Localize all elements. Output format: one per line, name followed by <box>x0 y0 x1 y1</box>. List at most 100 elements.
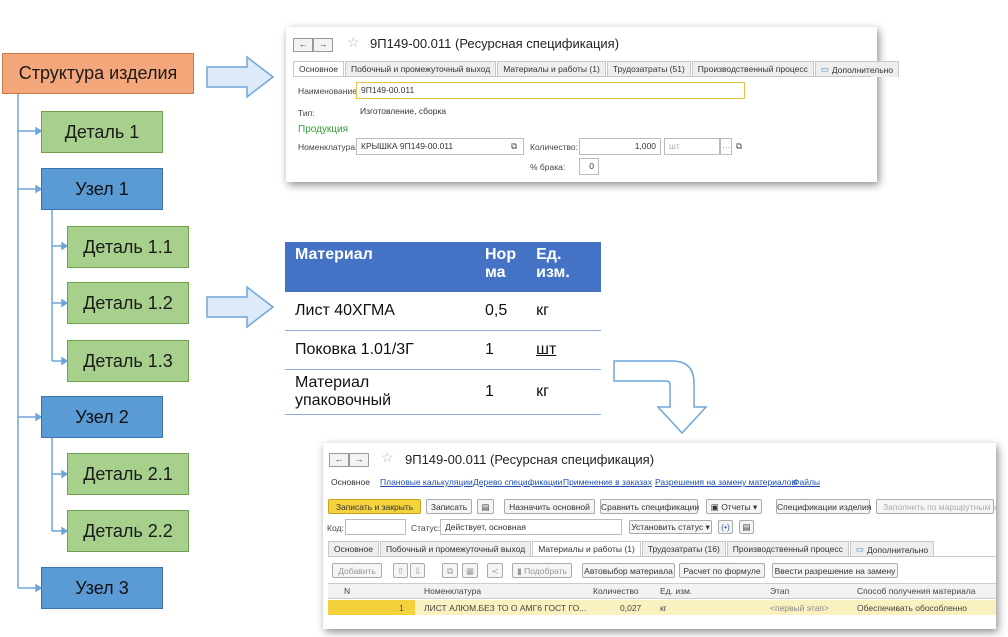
status-label: Статус: <box>411 523 441 533</box>
tab-main[interactable]: Основное <box>328 541 379 557</box>
back-button[interactable]: ← <box>329 453 349 467</box>
nav-link-main[interactable]: Основное <box>331 477 370 487</box>
material-name: Материал упаковочный <box>285 369 475 415</box>
paste-icon[interactable]: ▦ <box>462 563 478 578</box>
tree-node-detail-1: Деталь 1 <box>41 111 163 153</box>
column-method[interactable]: Способ получения материала <box>857 586 976 596</box>
set-main-button[interactable]: Назначить основной <box>504 499 595 514</box>
tree-node-detail-2-2: Деталь 2.2 <box>67 510 189 552</box>
status-field[interactable]: Действует, основная <box>440 519 622 535</box>
tab-additional[interactable]: ▭ Дополнительно <box>814 61 900 77</box>
name-field[interactable]: 9П149-00.011 <box>356 82 745 99</box>
arrow-materials-to-form <box>613 360 708 435</box>
auto-select-button[interactable]: Автовыбор материала <box>582 563 675 578</box>
tab-labor[interactable]: Трудозатраты (51) <box>606 61 691 77</box>
save-close-button[interactable]: Записать и закрыть <box>328 499 421 514</box>
row-number: 1 <box>399 603 404 613</box>
row-stage: <первый этап> <box>770 603 829 613</box>
column-quantity[interactable]: Количество <box>593 586 639 596</box>
table-row: Лист 40ХГМА 0,5 кг <box>285 292 601 331</box>
window-title: 9П149-00.011 (Ресурсная спецификация) <box>405 452 655 467</box>
tab-process[interactable]: Производственный процесс <box>726 541 849 557</box>
nav-link-usage[interactable]: Применение в заказах <box>563 477 652 487</box>
tab-materials[interactable]: Материалы и работы (1) <box>532 541 641 557</box>
document-icon[interactable]: ▤ <box>477 499 494 514</box>
forward-button[interactable]: → <box>349 453 369 467</box>
header-norm: Нор ма <box>475 242 527 292</box>
set-status-button[interactable]: Установить статус ▾ <box>629 520 712 534</box>
tab-byproduct[interactable]: Побочный и промежуточный выход <box>379 541 532 557</box>
type-label: Тип: <box>298 108 315 118</box>
tab-process[interactable]: Производственный процесс <box>691 61 814 77</box>
material-unit: кг <box>526 292 601 331</box>
add-button[interactable]: Добавить <box>332 563 382 578</box>
code-field[interactable] <box>345 519 406 535</box>
share-icon[interactable]: ≺ <box>487 563 503 578</box>
defect-field[interactable]: 0 <box>579 158 599 175</box>
nav-link-spec-tree[interactable]: Дерево спецификации <box>473 477 562 487</box>
favorite-star-icon[interactable]: ☆ <box>347 34 360 51</box>
unit-select-button[interactable]: … <box>720 138 732 155</box>
tab-underline <box>328 556 996 557</box>
material-norm: 0,5 <box>475 292 527 331</box>
column-n[interactable]: N <box>344 586 350 596</box>
fill-by-route-button[interactable]: Заполнить по маршрутным ка <box>876 499 996 514</box>
row-quantity: 0,027 <box>620 603 642 613</box>
formula-button[interactable]: Расчет по формуле <box>679 563 765 578</box>
material-name: Поковка 1.01/3Г <box>285 330 475 370</box>
comment-icon: ▭ <box>855 544 864 554</box>
move-down-icon[interactable]: ⇩ <box>410 563 425 578</box>
save-button[interactable]: Записать <box>426 499 472 514</box>
type-field[interactable]: Изготовление, сборка <box>356 104 511 121</box>
pick-button[interactable]: ▮ Подобрать <box>512 563 572 578</box>
reports-button[interactable]: ▣ Отчеты ▾ <box>706 499 762 514</box>
favorite-star-icon[interactable]: ☆ <box>381 449 394 466</box>
row-nomenclature: ЛИСТ АЛЮМ.БЕЗ ТО О АМГ6 ГОСТ ГО... <box>424 603 587 613</box>
column-unit[interactable]: Ед. изм. <box>660 586 692 596</box>
tab-underline <box>293 76 871 77</box>
row-method: Обеспечивать обособленно <box>857 603 967 613</box>
item-specs-button[interactable]: Спецификации изделия <box>776 499 871 514</box>
material-unit: кг <box>526 369 601 415</box>
column-nomenclature[interactable]: Номенклатура <box>424 586 481 596</box>
tab-bar: Основное Побочный и промежуточный выход … <box>293 61 900 77</box>
header-material: Материал <box>285 242 475 292</box>
tab-additional[interactable]: ▭ Дополнительно <box>849 541 935 557</box>
tree-node-detail-2-1: Деталь 2.1 <box>67 453 189 495</box>
nav-link-calculations[interactable]: Плановые калькуляции <box>380 477 473 487</box>
compare-specs-button[interactable]: Сравнить спецификации <box>600 499 699 514</box>
tree-node-detail-1-1: Деталь 1.1 <box>67 226 189 268</box>
variables-icon[interactable]: (•) <box>718 520 733 534</box>
copy-icon[interactable]: ⧉ <box>442 563 458 578</box>
tab-materials[interactable]: Материалы и работы (1) <box>497 61 606 77</box>
unit-field[interactable]: шт <box>664 138 720 155</box>
arrow-detail-to-materials <box>206 285 275 329</box>
header-unit: Ед. изм. <box>526 242 601 292</box>
nav-link-files[interactable]: Файлы <box>793 477 820 487</box>
column-stage[interactable]: Этап <box>770 586 789 596</box>
unit-open-icon[interactable]: ⧉ <box>736 141 742 152</box>
forward-button[interactable]: → <box>313 38 333 52</box>
move-up-icon[interactable]: ⇧ <box>393 563 408 578</box>
nomenclature-field[interactable]: КРЫШКА 9П149-00.011 <box>356 138 524 155</box>
chevron-down-icon: ▾ <box>750 502 758 512</box>
tab-labor[interactable]: Трудозатраты (16) <box>641 541 726 557</box>
tab-byproduct[interactable]: Побочный и промежуточный выход <box>344 61 497 77</box>
quantity-field[interactable]: 1,000 <box>579 138 661 155</box>
name-label: Наименование: <box>298 86 360 96</box>
tab-bar: Основное Побочный и промежуточный выход … <box>328 541 935 557</box>
nav-link-permits[interactable]: Разрешения на замену материалов <box>655 477 796 487</box>
nomenclature-label: Номенклатура: <box>298 142 358 152</box>
material-unit: шт <box>526 330 601 370</box>
spec-window-materials: ← → ☆ 9П149-00.011 (Ресурсная спецификац… <box>323 443 996 629</box>
materials-table: Материал Нор ма Ед. изм. Лист 40ХГМА 0,5… <box>285 242 601 415</box>
back-button[interactable]: ← <box>293 38 313 52</box>
tree-node-assembly-3: Узел 3 <box>41 567 163 609</box>
material-norm: 1 <box>475 369 527 415</box>
permit-button[interactable]: Ввести разрешение на замену <box>772 563 898 578</box>
tab-main[interactable]: Основное <box>293 61 344 77</box>
open-link-icon[interactable]: ⧉ <box>511 141 517 152</box>
list-icon[interactable]: ▤ <box>739 520 754 534</box>
tree-root: Структура изделия <box>2 53 194 94</box>
row-unit: кг <box>660 603 667 613</box>
